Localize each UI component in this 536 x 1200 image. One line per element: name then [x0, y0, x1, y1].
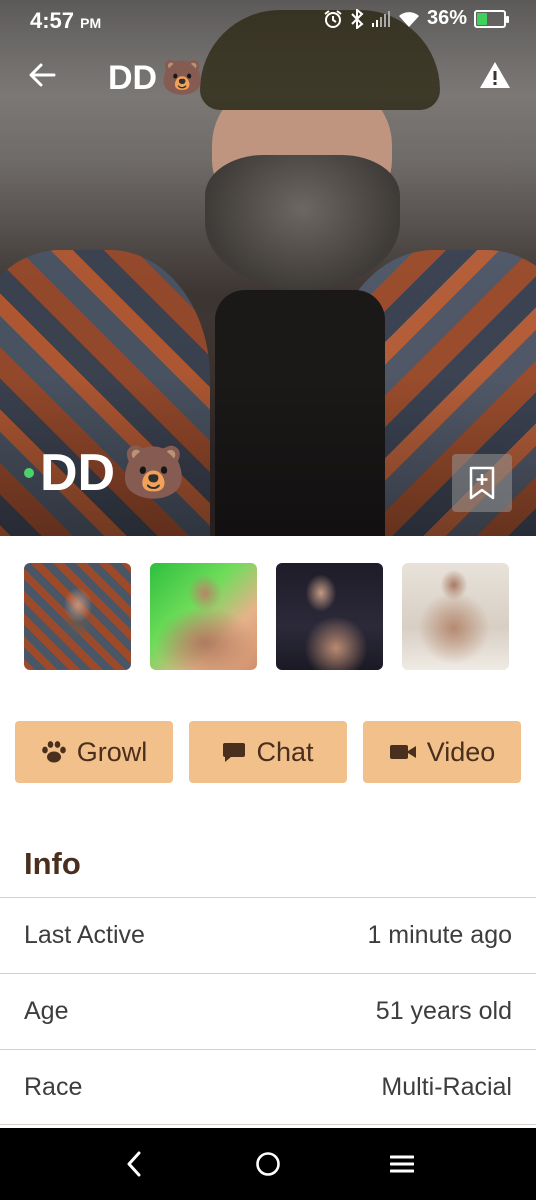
back-button[interactable] [22, 58, 62, 92]
bear-emoji-icon: 🐻 [161, 59, 204, 97]
speech-bubble-icon [223, 743, 246, 762]
profile-name-emoji-icon: 🐻 [121, 444, 186, 502]
header-title-text: DD [108, 58, 158, 97]
video-button[interactable]: Video [363, 721, 521, 783]
info-list: Last Active 1 minute ago Age 51 years ol… [0, 897, 536, 1125]
profile-name: DD [40, 443, 116, 502]
info-label: Last Active [24, 921, 145, 949]
info-value: Multi-Racial [381, 1072, 512, 1101]
status-icons: 36% [323, 7, 509, 30]
growl-button[interactable]: Growl [15, 721, 173, 783]
info-row-last-active: Last Active 1 minute ago [0, 897, 536, 973]
add-bookmark-button[interactable] [452, 454, 512, 512]
warning-icon [480, 62, 510, 88]
info-row-age: Age 51 years old [0, 973, 536, 1049]
chat-button[interactable]: Chat [189, 721, 347, 783]
paw-icon [41, 741, 66, 763]
status-time-value: 4:57 [30, 8, 75, 33]
info-label: Race [24, 1072, 83, 1101]
battery-fill [477, 12, 488, 25]
video-label: Video [426, 736, 496, 767]
info-value: 51 years old [375, 997, 512, 1025]
system-nav-bar [0, 1128, 536, 1200]
bluetooth-icon [351, 8, 364, 29]
info-row-race: Race Multi-Racial [0, 1049, 536, 1125]
nav-recents-button[interactable] [382, 1146, 422, 1182]
back-arrow-icon [29, 63, 56, 87]
photo-thumbnail[interactable] [276, 563, 383, 670]
info-label: Age [24, 997, 69, 1025]
battery-percent: 36% [426, 7, 467, 29]
photo-thumbnail[interactable] [150, 563, 257, 670]
status-bar: 4:57 PM 36% [0, 0, 536, 38]
nav-back-button[interactable] [114, 1146, 154, 1182]
chat-label: Chat [256, 736, 314, 767]
video-camera-icon [389, 745, 416, 759]
bookmark-add-icon [469, 466, 495, 500]
profile-name-row: DD 🐻 [24, 442, 186, 503]
online-indicator [24, 467, 34, 478]
signal-icon [371, 10, 390, 27]
nav-home-button[interactable] [248, 1146, 288, 1182]
photo-thumbnail[interactable] [24, 563, 131, 670]
action-buttons: Growl Chat Video [15, 721, 521, 783]
growl-label: Growl [76, 736, 148, 767]
status-time: 4:57 PM [30, 8, 101, 34]
top-app-bar: DD 🐻 [0, 50, 536, 100]
report-button[interactable] [478, 58, 512, 92]
alarm-icon [324, 9, 342, 28]
info-value: 1 minute ago [367, 921, 512, 949]
photo-thumbnails [24, 563, 509, 670]
photo-thumbnail[interactable] [402, 563, 509, 670]
nav-home-icon [256, 1152, 280, 1176]
status-ampm: PM [80, 15, 102, 31]
battery-icon [474, 9, 509, 28]
wifi-icon [398, 11, 419, 27]
header-title: DD 🐻 [108, 58, 203, 98]
info-section-title: Info [24, 846, 81, 881]
nav-recents-icon [390, 1155, 414, 1173]
nav-back-icon [127, 1151, 141, 1177]
